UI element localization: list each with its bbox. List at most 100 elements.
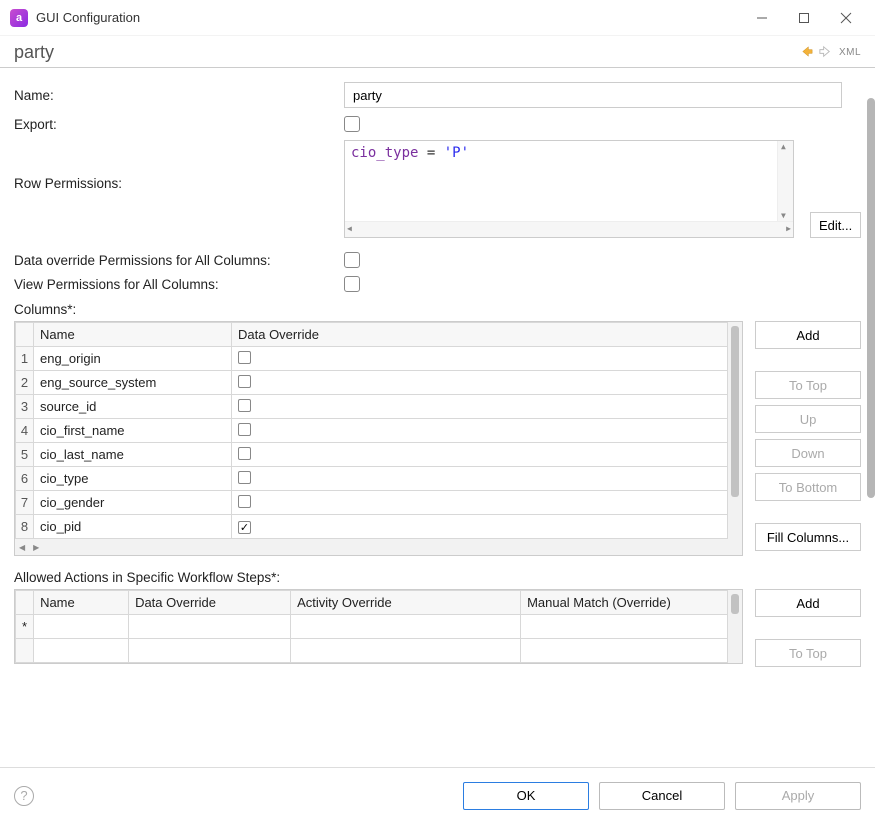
columns-up-button[interactable]: Up <box>755 405 861 433</box>
column-override-checkbox[interactable] <box>238 495 251 508</box>
column-override-cell[interactable] <box>232 443 728 467</box>
table-row[interactable]: 6cio_type <box>16 467 728 491</box>
column-name-cell[interactable]: cio_gender <box>34 491 232 515</box>
row-number: 4 <box>16 419 34 443</box>
column-name-cell[interactable]: eng_source_system <box>34 371 232 395</box>
minimize-button[interactable] <box>741 3 783 33</box>
actions-table: Name Data Override Activity Override Man… <box>15 590 728 663</box>
columns-vscroll[interactable] <box>728 322 742 539</box>
column-override-checkbox[interactable] <box>238 351 251 364</box>
app-icon: a <box>10 9 28 27</box>
name-label: Name: <box>14 88 344 103</box>
name-input[interactable] <box>344 82 842 108</box>
close-button[interactable] <box>825 3 867 33</box>
fill-columns-button[interactable]: Fill Columns... <box>755 523 861 551</box>
columns-to-top-button[interactable]: To Top <box>755 371 861 399</box>
column-override-checkbox[interactable] <box>238 423 251 436</box>
content-area: Name: Export: Row Permissions: cio_type … <box>0 68 875 767</box>
column-name-cell[interactable]: cio_type <box>34 467 232 491</box>
column-override-cell[interactable] <box>232 371 728 395</box>
column-name-cell[interactable]: source_id <box>34 395 232 419</box>
actions-section-label: Allowed Actions in Specific Workflow Ste… <box>14 570 861 585</box>
code-eq: = <box>418 145 443 161</box>
actions-header-activity-override[interactable]: Activity Override <box>291 591 521 615</box>
columns-add-button[interactable]: Add <box>755 321 861 349</box>
table-row[interactable]: 8cio_pid <box>16 515 728 539</box>
table-row[interactable]: 4cio_first_name <box>16 419 728 443</box>
actions-cell-do[interactable] <box>129 615 291 639</box>
table-row[interactable]: 5cio_last_name <box>16 443 728 467</box>
view-all-label: View Permissions for All Columns: <box>14 277 344 292</box>
columns-hscroll[interactable] <box>15 539 742 555</box>
column-override-checkbox[interactable] <box>238 399 251 412</box>
columns-header-data-override[interactable]: Data Override <box>232 323 728 347</box>
table-row[interactable]: 3source_id <box>16 395 728 419</box>
maximize-button[interactable] <box>783 3 825 33</box>
columns-down-button[interactable]: Down <box>755 439 861 467</box>
actions-header-data-override[interactable]: Data Override <box>129 591 291 615</box>
column-override-cell[interactable] <box>232 491 728 515</box>
column-name-cell[interactable]: cio_first_name <box>34 419 232 443</box>
actions-placeholder-row[interactable]: * <box>16 615 728 639</box>
code-hscroll[interactable] <box>345 221 793 237</box>
xml-link[interactable]: XML <box>839 47 861 58</box>
actions-cell-ao[interactable] <box>291 615 521 639</box>
actions-header-name[interactable]: Name <box>34 591 129 615</box>
code-string: 'P' <box>444 145 469 161</box>
export-label: Export: <box>14 117 344 132</box>
column-override-cell[interactable] <box>232 347 728 371</box>
code-vscroll[interactable] <box>777 141 793 221</box>
row-permissions-code[interactable]: cio_type = 'P' <box>344 140 794 238</box>
table-row[interactable]: 2eng_source_system <box>16 371 728 395</box>
content-vscroll[interactable] <box>867 98 875 498</box>
columns-header-name[interactable]: Name <box>34 323 232 347</box>
actions-cell-mm[interactable] <box>521 615 728 639</box>
row-number: 7 <box>16 491 34 515</box>
column-override-checkbox[interactable] <box>238 375 251 388</box>
row-number: 1 <box>16 347 34 371</box>
table-row[interactable]: 1eng_origin <box>16 347 728 371</box>
column-override-checkbox[interactable] <box>238 521 251 534</box>
window-title: GUI Configuration <box>36 10 140 25</box>
actions-vscroll[interactable] <box>728 590 742 663</box>
actions-header-rownum <box>16 591 34 615</box>
column-override-cell[interactable] <box>232 515 728 539</box>
actions-add-button[interactable]: Add <box>755 589 861 617</box>
dialog-footer: ? OK Cancel Apply <box>0 767 875 823</box>
row-number: 3 <box>16 395 34 419</box>
actions-header-manual-match[interactable]: Manual Match (Override) <box>521 591 728 615</box>
column-override-checkbox[interactable] <box>238 471 251 484</box>
data-override-all-checkbox[interactable] <box>344 252 360 268</box>
column-name-cell[interactable]: cio_pid <box>34 515 232 539</box>
apply-button[interactable]: Apply <box>735 782 861 810</box>
row-permissions-label: Row Permissions: <box>14 140 344 191</box>
ok-button[interactable]: OK <box>463 782 589 810</box>
page-title: party <box>14 42 54 63</box>
column-name-cell[interactable]: cio_last_name <box>34 443 232 467</box>
column-override-cell[interactable] <box>232 395 728 419</box>
actions-table-container: Name Data Override Activity Override Man… <box>14 589 743 664</box>
export-checkbox[interactable] <box>344 116 360 132</box>
column-override-checkbox[interactable] <box>238 447 251 460</box>
column-override-cell[interactable] <box>232 467 728 491</box>
cancel-button[interactable]: Cancel <box>599 782 725 810</box>
columns-table-container: Name Data Override 1eng_origin2eng_sourc… <box>14 321 743 556</box>
actions-to-top-button[interactable]: To Top <box>755 639 861 667</box>
columns-table: Name Data Override 1eng_origin2eng_sourc… <box>15 322 728 539</box>
column-override-cell[interactable] <box>232 419 728 443</box>
row-number: 2 <box>16 371 34 395</box>
view-all-checkbox[interactable] <box>344 276 360 292</box>
columns-to-bottom-button[interactable]: To Bottom <box>755 473 861 501</box>
row-number: 8 <box>16 515 34 539</box>
data-override-all-label: Data override Permissions for All Column… <box>14 253 344 268</box>
nav-forward-icon[interactable] <box>818 44 833 62</box>
edit-button[interactable]: Edit... <box>810 212 861 238</box>
column-name-cell[interactable]: eng_origin <box>34 347 232 371</box>
actions-cell-name[interactable] <box>34 615 129 639</box>
columns-section-label: Columns*: <box>14 302 861 317</box>
table-row[interactable]: 7cio_gender <box>16 491 728 515</box>
help-icon[interactable]: ? <box>14 786 34 806</box>
nav-back-icon[interactable] <box>799 44 814 62</box>
titlebar: a GUI Configuration <box>0 0 875 36</box>
actions-row-marker: * <box>16 615 34 639</box>
